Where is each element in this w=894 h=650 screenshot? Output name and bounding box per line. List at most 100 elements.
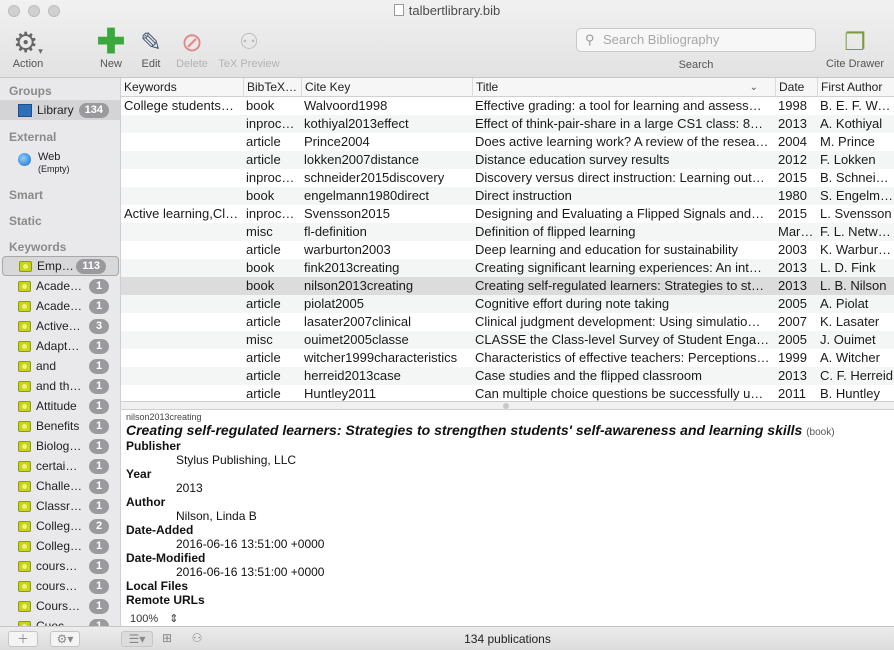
keyword-tag-icon [18,340,31,352]
table-row[interactable]: inproc… kothiyal2013effect Effect of think… [121,115,894,133]
table-row[interactable]: book engelmann1980direct Direct instructio… [121,187,894,205]
cell-author: C. F. Herreid [820,368,893,383]
edit-button[interactable]: ✎ Edit [134,26,168,71]
zoom-control[interactable]: 100% ⇕ [130,612,178,625]
cell-type: misc [246,224,273,239]
sidebar-item-keyword[interactable]: certai… 1 [0,456,120,476]
remote-urls-label: Remote URLs [126,593,205,607]
column-header-date[interactable]: Date [775,78,817,97]
preview-pane: nilson2013creating Creating self-regulat… [121,410,894,626]
delete-button[interactable]: ⊘ Delete [172,26,212,71]
sidebar-item-keyword[interactable]: Benefits 1 [0,416,120,436]
sidebar-item-keyword[interactable]: Acade… 1 [0,296,120,316]
table-row[interactable]: article witcher1999characteristics Charact… [121,349,894,367]
cite-drawer-button[interactable]: ❐ Cite Drawer [822,26,888,71]
keyword-tag-icon [19,260,32,272]
action-button[interactable]: ⚙ ▾ Action [6,26,50,71]
count-badge: 1 [89,538,109,554]
search-input[interactable]: ⚲ Search Bibliography [576,28,816,52]
publisher-value: Stylus Publishing, LLC [176,453,297,467]
keyword-tag-icon [18,280,31,292]
table-row[interactable]: article Prince2004 Does active learning wo… [121,133,894,151]
sidebar-item-keyword[interactable]: Classr… 1 [0,496,120,516]
column-header-first-author[interactable]: First Author [817,78,894,97]
count-badge: 2 [89,518,109,534]
cell-key: lokken2007distance [304,152,419,167]
author-label: Author [126,495,166,509]
cell-key: Svensson2015 [304,206,391,221]
tex-preview-button[interactable]: ⚇ TeX Preview [214,26,284,70]
cell-author: K. Warburt… [820,242,894,257]
sidebar-item-keyword[interactable]: Attitude 1 [0,396,120,416]
search-label: Search [678,59,714,71]
author-value: Nilson, Linda B [176,509,257,523]
sidebar-item-library[interactable]: Library 134 [0,100,120,120]
table-row[interactable]: inproc… schneider2015discovery Discovery v… [121,169,894,187]
table-row[interactable]: College students… book Walvoord1998 Effecti… [121,97,894,115]
sidebar-item-keyword[interactable]: Colleg… 1 [0,536,120,556]
table-row[interactable]: Active learning,Cl… inproc… Svensson2015 De… [121,205,894,223]
cell-title: Creating self-regulated learners: Strate… [475,278,765,293]
count-badge: 3 [89,318,109,334]
cell-type: article [246,152,281,167]
keyword-tag-icon [18,580,31,592]
table-row[interactable]: book nilson2013creating Creating self-regu… [121,277,894,295]
sidebar-item-keyword[interactable]: Colleg… 2 [0,516,120,536]
count-badge: 1 [89,338,109,354]
table-row[interactable]: article warburton2003 Deep learning and ed… [121,241,894,259]
cell-title: CLASSE the Class-level Survey of Student… [475,332,775,347]
sidebar-item-keyword[interactable]: Cuec… 1 [0,616,120,626]
count-badge: 134 [78,102,109,118]
sidebar-item-keyword[interactable]: Empt… 113 [2,256,119,276]
gear-icon: ⚙▾ [13,26,43,58]
cell-author: K. Lasater [820,314,880,329]
cell-title: Clinical judgment development: Using sim… [475,314,761,329]
column-header-cite-key[interactable]: Cite Key [301,78,472,97]
table-row[interactable]: article Huntley2011 Can multiple choice qu… [121,385,894,401]
count-badge: 113 [76,258,106,274]
cell-key: engelmann1980direct [304,188,430,203]
table-row[interactable]: article herreid2013case Case studies and t… [121,367,894,385]
cell-key: Huntley2011 [304,386,377,401]
column-header-bibtex-type[interactable]: BibTeX… [243,78,301,97]
keyword-tag-icon [18,540,31,552]
table-row[interactable]: article piolat2005 Cognitive effort during… [121,295,894,313]
split-view-divider[interactable] [121,401,894,410]
sidebar-item-keyword[interactable]: Challe… 1 [0,476,120,496]
count-badge: 1 [89,478,109,494]
add-group-button[interactable]: ＋ [8,631,38,647]
sidebar-item-keyword[interactable]: cours… 1 [0,576,120,596]
column-header-keywords[interactable]: Keywords [121,78,243,97]
cell-keywords [121,187,243,205]
sidebar-item-web[interactable]: Web (Empty) [0,148,120,176]
cell-author: M. Prince [820,134,875,149]
cell-keywords [121,259,243,277]
new-button[interactable]: ✚ New [92,23,130,70]
glasses-icon: ⚇ [239,29,259,54]
table-row[interactable]: article lasater2007clinical Clinical judgm… [121,313,894,331]
table-row[interactable]: article lokken2007distance Distance educat… [121,151,894,169]
sidebar-item-keyword[interactable]: Biolog… 1 [0,436,120,456]
publications-table: Keywords BibTeX… Cite Key Title ⌄ Date Fi… [121,78,894,401]
sidebar-item-keyword[interactable]: Cours… 1 [0,596,120,616]
external-header: External [9,130,57,144]
divider-handle[interactable] [503,403,509,409]
column-header-title[interactable]: Title ⌄ [472,78,762,97]
sidebar-item-keyword[interactable]: Acade… 1 [0,276,120,296]
table-row[interactable]: misc fl-definition Definition of flipped l… [121,223,894,241]
keyword-tag-icon [18,360,31,372]
sidebar-item-keyword[interactable]: Active… 3 [0,316,120,336]
sidebar-item-keyword[interactable]: and 1 [0,356,120,376]
cell-date: 2013 [778,368,807,383]
table-row[interactable]: misc ouimet2005classe CLASSE the Class-lev… [121,331,894,349]
cell-key: warburton2003 [304,242,391,257]
keyword-tag-icon [18,500,31,512]
count-badge: 1 [89,578,109,594]
sidebar-item-keyword[interactable]: and th… 1 [0,376,120,396]
sidebar-item-keyword[interactable]: Adapt… 1 [0,336,120,356]
sidebar-item-keyword[interactable]: cours… 1 [0,556,120,576]
preview-title: Creating self-regulated learners: Strate… [126,422,835,438]
group-action-button[interactable]: ⚙▾ [50,631,80,647]
cell-key: fink2013creating [304,260,400,275]
table-row[interactable]: book fink2013creating Creating significant… [121,259,894,277]
